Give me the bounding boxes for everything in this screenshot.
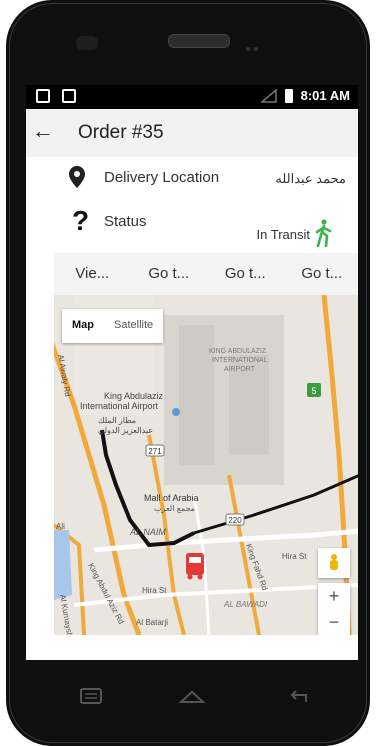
map-label-airport-ar2: عبدالعزيز الدولي (98, 426, 153, 435)
status-label: Status (104, 213, 147, 230)
home-icon[interactable] (177, 686, 207, 706)
map-label-al-bawadi: AL BAWADI (223, 600, 268, 609)
notification-icon (36, 89, 50, 103)
map-type-satellite-button[interactable]: Satellite (104, 309, 163, 343)
status-row: ? Status In Transit (54, 199, 358, 254)
zoom-controls: + − (318, 583, 350, 635)
zoom-out-button[interactable]: − (318, 609, 350, 635)
tab-go-to-2[interactable]: Go t... (207, 253, 284, 295)
back-icon[interactable] (284, 686, 314, 706)
map-label-hira-st-2: Hira St (282, 552, 307, 561)
tab-go-to-3[interactable]: Go t... (284, 253, 359, 295)
proximity-sensors (246, 38, 264, 51)
walking-person-icon (315, 219, 332, 247)
screen-share-icon (62, 89, 76, 103)
pegman-icon (330, 554, 338, 570)
road-shield-271: 271 (148, 447, 162, 456)
route-map[interactable]: 5 271 220 KING ABDULAZIZ INTERNATIONAL A… (54, 295, 358, 635)
map-label-hira-st: Hira St (142, 586, 167, 595)
map-label-airport-ar1: مطار الملك (98, 416, 136, 425)
map-canvas: 5 271 220 KING ABDULAZIZ INTERNATIONAL A… (54, 295, 358, 635)
screen: 8:01 AM ← Order #35 Delivery Location مح… (26, 85, 358, 660)
navigation-bar (26, 660, 358, 730)
map-label-airport-top: KING ABDULAZIZ (209, 348, 267, 355)
signal-icon (260, 88, 277, 103)
map-label-al-batarji: Al Batarji (136, 618, 168, 627)
battery-icon (284, 88, 293, 103)
bus-icon (186, 553, 204, 575)
location-pin-icon (69, 166, 85, 188)
app-bar: ← Order #35 (26, 109, 358, 158)
map-label-airport-top2: INTERNATIONAL (212, 357, 268, 364)
map-label-alnaim: AL NAIM (129, 527, 166, 537)
recent-apps-icon[interactable] (76, 686, 106, 706)
map-label-al-kurnaysh-rd: Al Kurnaysh Rd (58, 594, 77, 635)
map-label-mall: Mall of Arabia (144, 493, 199, 503)
map-type-map-button[interactable]: Map (62, 309, 104, 343)
status-value: In Transit (256, 227, 310, 242)
map-label-airport-top3: AIRPORT (224, 366, 256, 373)
airport-icon (172, 408, 180, 416)
street-view-button[interactable] (318, 548, 350, 578)
delivery-location-row: Delivery Location محمد عبدالله (54, 157, 358, 200)
tab-go-to-1[interactable]: Go t... (131, 253, 208, 295)
road-shield-5: 5 (311, 386, 316, 396)
map-type-toggle: Map Satellite (62, 309, 164, 343)
map-label-ali: Ali (56, 522, 65, 531)
status-time: 8:01 AM (300, 88, 350, 103)
zoom-in-button[interactable]: + (318, 583, 350, 609)
map-label-al-awaly-rd: Al Awaly Rd (56, 354, 72, 397)
question-mark-icon: ? (72, 205, 90, 236)
page-title: Order #35 (78, 122, 164, 143)
status-bar: 8:01 AM (26, 85, 358, 109)
earpiece-speaker (168, 34, 230, 48)
front-camera (76, 36, 98, 50)
customer-name: محمد عبدالله (275, 171, 346, 186)
order-details: Delivery Location محمد عبدالله ? Status … (26, 157, 358, 660)
back-arrow-icon[interactable]: ← (32, 118, 54, 144)
tab-view[interactable]: Vie... (54, 253, 131, 295)
road-shield-220: 220 (228, 516, 242, 525)
delivery-location-label: Delivery Location (104, 169, 220, 186)
map-label-mall-ar: مجمع العرب (154, 504, 195, 513)
action-tabs: Vie... Go t... Go t... Go t... (54, 253, 358, 295)
